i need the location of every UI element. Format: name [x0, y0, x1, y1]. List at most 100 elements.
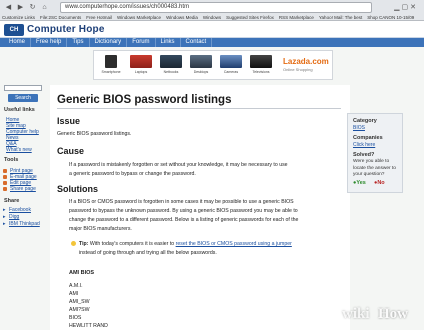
- share-link-thinkpad[interactable]: IBM Thinkpad: [9, 221, 40, 227]
- site-header: CH Computer Hope: [0, 21, 424, 38]
- main-menu: Home Free help Tips Dictionary Forum Lin…: [0, 38, 424, 47]
- ad-banner[interactable]: Smartphone Laptops Netbooks Desktops Cam…: [93, 50, 333, 80]
- title-divider: [57, 108, 341, 109]
- category-label: Category: [353, 118, 377, 124]
- solutions-line: password to bypass the unknown password.…: [69, 208, 298, 214]
- address-bar[interactable]: www.computerhope.com/issues/ch000483.htm: [60, 2, 372, 13]
- camera-image: [220, 55, 242, 68]
- solutions-line: major BIOS manufacturers.: [69, 226, 132, 232]
- share-heading: Share: [4, 198, 20, 204]
- ad-item[interactable]: Laptops: [128, 53, 154, 78]
- home-icon[interactable]: ⌂: [40, 3, 49, 12]
- sidebar-link-whats-new[interactable]: What's new: [6, 147, 32, 153]
- password-item: A.M.I.: [69, 283, 83, 289]
- share-link-digg[interactable]: Digg: [9, 214, 19, 220]
- site-logo-text[interactable]: Computer Hope: [27, 24, 105, 35]
- ami-bios-heading: AMI BIOS: [69, 270, 95, 276]
- forward-icon[interactable]: ▶: [16, 3, 25, 12]
- share-icon: [3, 187, 7, 191]
- bookmarks-bar: Customize Links File:2SC Documents Free …: [0, 14, 424, 21]
- bookmark-item[interactable]: Yahoo! Mail: The best: [319, 14, 362, 21]
- bookmark-item[interactable]: Windows Marketplace: [117, 14, 161, 21]
- menu-dictionary[interactable]: Dictionary: [90, 38, 128, 47]
- ad-item[interactable]: Smartphone: [98, 53, 124, 78]
- refresh-icon[interactable]: ↻: [28, 3, 37, 12]
- tip-text: Tip: With today's computers it is easier…: [79, 240, 341, 257]
- password-item: AMI: [69, 291, 79, 297]
- ad-item[interactable]: Netbooks: [158, 53, 184, 78]
- menu-links[interactable]: Links: [156, 38, 181, 47]
- watermark-how: How: [378, 306, 408, 322]
- arrow-icon: ▸: [3, 221, 6, 227]
- arrow-icon: ▸: [3, 207, 6, 213]
- cause-heading: Cause: [57, 146, 85, 156]
- category-link[interactable]: BIOS: [353, 125, 365, 131]
- ad-caption: Televisions: [252, 70, 270, 74]
- search-button[interactable]: Search: [8, 94, 38, 102]
- bookmark-item[interactable]: Suggested Sites Firefox: [226, 14, 274, 21]
- issue-text: Generic BIOS password listings.: [57, 131, 132, 137]
- browser-toolbar: ◀ ▶ ↻ ⌂ www.computerhope.com/issues/ch00…: [0, 0, 424, 21]
- companies-label: Companies: [353, 135, 383, 141]
- no-label: No: [377, 180, 385, 186]
- ad-logo[interactable]: Lazada.com: [283, 57, 329, 66]
- site-logo-icon[interactable]: CH: [4, 24, 24, 36]
- menu-contact[interactable]: Contact: [181, 38, 213, 47]
- solutions-heading: Solutions: [57, 184, 98, 194]
- bookmark-item[interactable]: Windows: [203, 14, 221, 21]
- solutions-line: If a BIOS or CMOS password is forgotten …: [69, 199, 294, 205]
- tool-share-page[interactable]: Share page: [10, 186, 36, 192]
- ad-item[interactable]: Desktops: [188, 53, 214, 78]
- companies-link[interactable]: Click here: [353, 142, 375, 148]
- ad-caption: Netbooks: [163, 70, 179, 74]
- ad-caption: Laptops: [134, 70, 148, 74]
- bookmark-item[interactable]: Shop CANON 10-15/09: [367, 14, 414, 21]
- useful-links-heading: Useful links: [4, 107, 35, 113]
- arrow-icon: ▸: [3, 214, 6, 220]
- main-content: Generic BIOS password listings Issue Gen…: [50, 85, 350, 330]
- print-icon: [3, 169, 7, 173]
- laptop-image: [130, 55, 152, 68]
- edit-icon: [3, 181, 7, 185]
- tools-heading: Tools: [4, 157, 19, 163]
- bookmark-item[interactable]: RSS Marketplace: [279, 14, 314, 21]
- ad-logo-subtitle: Online Shopping: [283, 67, 313, 72]
- ad-item[interactable]: Cameras: [218, 53, 244, 78]
- lightbulb-icon: [71, 241, 76, 246]
- yes-button[interactable]: ●Yes: [353, 180, 366, 186]
- no-button[interactable]: ●No: [374, 180, 385, 186]
- ad-caption: Desktops: [193, 70, 209, 74]
- page-title: Generic BIOS password listings: [57, 94, 232, 106]
- bookmark-item[interactable]: Free Hotmail: [86, 14, 112, 21]
- ad-caption: Smartphone: [101, 70, 121, 74]
- email-icon: [3, 175, 7, 179]
- window-controls-icon[interactable]: ▁▢✕: [394, 3, 418, 11]
- bookmark-item[interactable]: Windows Media: [166, 14, 198, 21]
- ad-item[interactable]: Televisions: [248, 53, 274, 78]
- menu-tips[interactable]: Tips: [67, 38, 90, 47]
- password-item: AMI?SW: [69, 307, 90, 313]
- watermark-wiki: wiki: [342, 306, 370, 322]
- share-link-facebook[interactable]: Facebook: [9, 207, 31, 213]
- password-item: HEWLITT RAND: [69, 323, 108, 329]
- wikihow-watermark: wiki How: [342, 304, 420, 326]
- solved-label: Solved?: [353, 152, 375, 158]
- menu-forum[interactable]: Forum: [127, 38, 156, 47]
- tip-box: Tip: With today's computers it is easier…: [69, 240, 341, 258]
- menu-home[interactable]: Home: [4, 38, 32, 47]
- phone-image: [105, 55, 117, 68]
- issue-heading: Issue: [57, 116, 81, 126]
- search-input[interactable]: [4, 85, 42, 91]
- back-icon[interactable]: ◀: [4, 3, 13, 12]
- tip-link[interactable]: reset the BIOS or CMOS password using a …: [176, 241, 292, 247]
- left-sidebar: Search Useful links Home Site map Comput…: [0, 85, 48, 330]
- solved-text: Were you able to locate the answer to yo…: [353, 159, 396, 177]
- menu-free-help[interactable]: Free help: [31, 38, 68, 47]
- bookmark-item[interactable]: Customize Links: [2, 14, 35, 21]
- info-box: Category BIOS Companies Click here Solve…: [347, 113, 403, 193]
- cause-line: If a password is mistakenly forgotten or…: [69, 162, 288, 168]
- password-item: AMI_SW: [69, 299, 90, 305]
- bookmark-item[interactable]: File:2SC Documents: [40, 14, 81, 21]
- television-image: [250, 55, 272, 68]
- password-item: BIOS: [69, 315, 82, 321]
